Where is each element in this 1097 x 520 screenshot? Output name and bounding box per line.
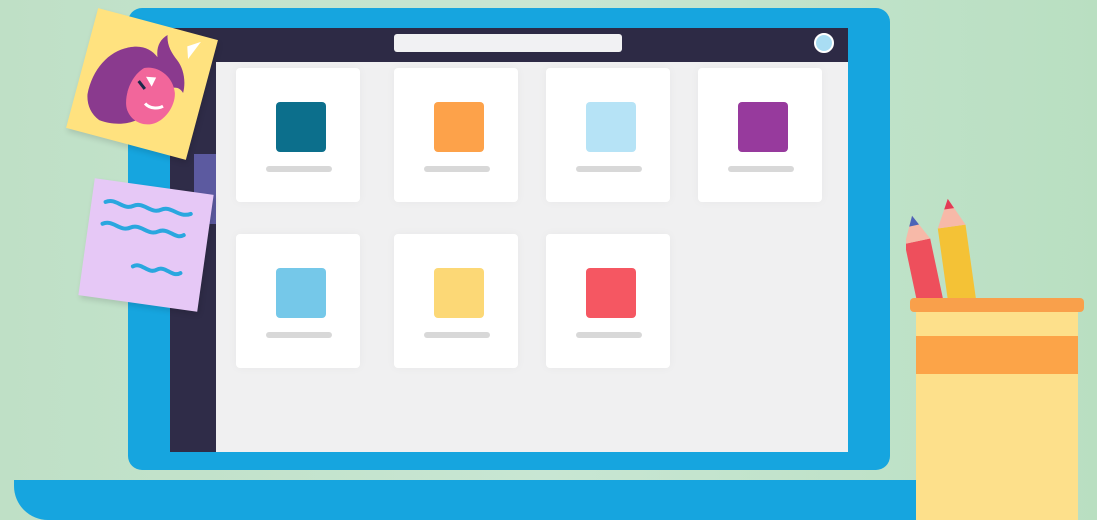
app-tile-purple xyxy=(738,102,788,152)
app-card-label-placeholder xyxy=(424,166,490,172)
app-grid xyxy=(216,62,848,452)
avatar[interactable] xyxy=(814,33,834,53)
app-card[interactable] xyxy=(236,68,360,202)
app-card-label-placeholder xyxy=(576,332,642,338)
app-card[interactable] xyxy=(236,234,360,368)
app-tile-red xyxy=(586,268,636,318)
pencil-cup xyxy=(906,198,1084,520)
app-card-label-placeholder xyxy=(728,166,794,172)
app-card-label-placeholder xyxy=(266,166,332,172)
address-bar[interactable] xyxy=(394,34,622,52)
app-tile-light-blue xyxy=(586,102,636,152)
app-card[interactable] xyxy=(394,234,518,368)
scribble-lines-icon xyxy=(100,199,193,277)
sticky-note-lines xyxy=(78,178,214,312)
app-card[interactable] xyxy=(546,68,670,202)
app-card-label-placeholder xyxy=(424,332,490,338)
app-card-label-placeholder xyxy=(266,332,332,338)
laptop-screen xyxy=(170,28,848,452)
app-card[interactable] xyxy=(546,234,670,368)
app-tile-sky-blue xyxy=(276,268,326,318)
laptop-base xyxy=(14,480,1002,520)
app-tile-yellow xyxy=(434,268,484,318)
app-tile-orange xyxy=(434,102,484,152)
app-card[interactable] xyxy=(394,68,518,202)
app-card[interactable] xyxy=(698,68,822,202)
app-tile-dark-teal xyxy=(276,102,326,152)
app-card-label-placeholder xyxy=(576,166,642,172)
